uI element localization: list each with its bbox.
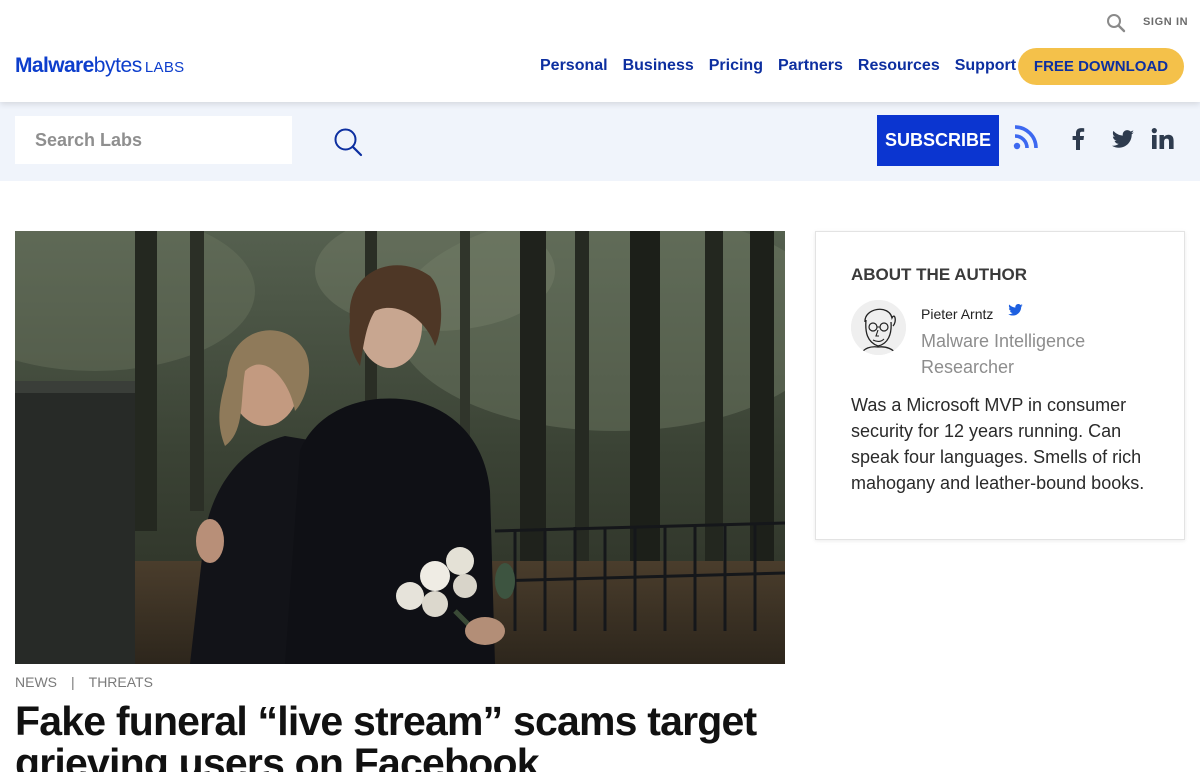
hero-photo xyxy=(15,231,785,664)
logo-text-labs: LABS xyxy=(144,59,185,76)
subscribe-button[interactable]: SUBSCRIBE xyxy=(877,115,999,166)
twitter-icon[interactable] xyxy=(1110,126,1136,152)
labs-subbar: SUBSCRIBE xyxy=(0,102,1200,181)
category-separator: | xyxy=(71,674,75,690)
post-categories: NEWS | THREATS xyxy=(15,674,153,690)
logo-text-malware: Malware xyxy=(15,54,94,77)
nav-item-partners[interactable]: Partners xyxy=(778,57,843,75)
main-nav: Personal Business Pricing Partners Resou… xyxy=(540,57,1031,75)
author-twitter-icon[interactable] xyxy=(1007,303,1024,318)
nav-item-resources[interactable]: Resources xyxy=(858,57,940,75)
facebook-icon[interactable] xyxy=(1065,126,1091,152)
author-card-heading: ABOUT THE AUTHOR xyxy=(851,265,1027,284)
author-bio: Was a Microsoft MVP in consumer security… xyxy=(851,395,1145,493)
article-title: Fake funeral “live stream” scams target … xyxy=(15,698,757,772)
article-hero-image xyxy=(15,231,785,664)
author-avatar[interactable] xyxy=(851,300,906,355)
search-labs-input[interactable] xyxy=(15,116,292,164)
free-download-button[interactable]: FREE DOWNLOAD xyxy=(1018,48,1184,85)
search-submit-icon[interactable] xyxy=(333,127,363,157)
category-link-news[interactable]: NEWS xyxy=(15,674,57,690)
about-author-card: ABOUT THE AUTHOR Pieter Arntz Malware In… xyxy=(815,231,1185,540)
malwarebytes-labs-logo[interactable]: Malware bytes LABS xyxy=(15,54,184,80)
rss-icon[interactable] xyxy=(1013,124,1039,150)
sign-in-link[interactable]: SIGN IN xyxy=(1143,16,1188,28)
nav-item-business[interactable]: Business xyxy=(623,57,694,75)
logo-text-bytes: bytes xyxy=(93,54,143,77)
nav-item-personal[interactable]: Personal xyxy=(540,57,608,75)
search-icon[interactable] xyxy=(1106,13,1126,33)
author-role: Malware Intelligence Researcher xyxy=(921,331,1086,377)
nav-item-support[interactable]: Support xyxy=(955,57,1016,75)
site-header: SIGN IN Malware bytes LABS Personal Busi… xyxy=(0,0,1200,102)
author-name[interactable]: Pieter Arntz xyxy=(921,306,993,322)
category-link-threats[interactable]: THREATS xyxy=(89,674,153,690)
author-avatar-sketch xyxy=(851,300,906,355)
linkedin-icon[interactable] xyxy=(1150,126,1176,152)
nav-item-pricing[interactable]: Pricing xyxy=(709,57,763,75)
